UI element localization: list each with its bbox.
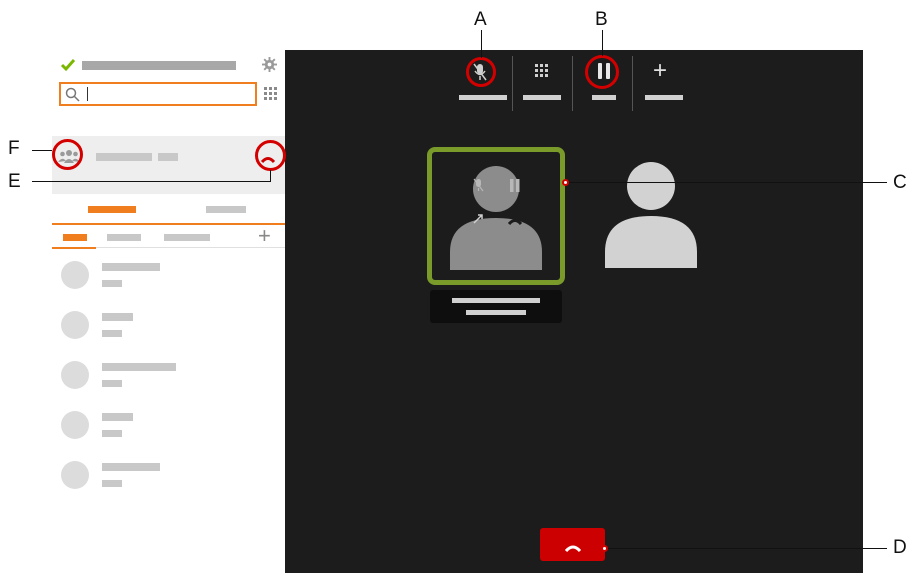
- contact-detail-placeholder: [102, 430, 122, 437]
- search-input[interactable]: [59, 82, 257, 106]
- tab-secondary[interactable]: [206, 206, 246, 213]
- mute-label: [459, 95, 507, 100]
- dialpad-label: [523, 95, 561, 100]
- subtab-3[interactable]: [164, 234, 210, 241]
- callout-dot-d: [601, 545, 608, 552]
- add-participant-label: [645, 95, 683, 100]
- contact-detail-placeholder: [102, 480, 122, 487]
- call-name-placeholder: [96, 153, 152, 161]
- subtab-active[interactable]: [63, 234, 87, 241]
- callout-label-b: B: [595, 9, 608, 30]
- avatar: [61, 461, 89, 489]
- callout-label-d: D: [893, 537, 907, 558]
- contact-name-placeholder: [102, 363, 176, 371]
- avatar: [61, 411, 89, 439]
- highlight-ring-mute: [466, 57, 496, 87]
- highlight-ring-hangup: [255, 140, 286, 171]
- status-checkmark-icon: [60, 58, 76, 72]
- person-icon: [448, 166, 544, 270]
- subtab-baseline: [96, 247, 286, 248]
- transfer-icon: [472, 212, 486, 224]
- avatar: [61, 361, 89, 389]
- callout-label-a: A: [474, 9, 487, 30]
- tab-divider: [52, 223, 286, 225]
- plus-icon[interactable]: +: [653, 58, 667, 84]
- call-stage: +: [285, 50, 863, 573]
- toolbar-separator: [572, 56, 573, 111]
- toolbar-separator: [512, 56, 513, 111]
- search-icon: [65, 87, 80, 102]
- user-name-placeholder: [82, 61, 236, 70]
- toolbar-separator: [632, 56, 633, 111]
- dialpad-icon[interactable]: [264, 87, 278, 101]
- callout-line-b: [602, 30, 603, 56]
- highlight-ring-conference: [52, 139, 83, 170]
- add-tab-plus-icon[interactable]: +: [258, 224, 271, 248]
- contact-name-placeholder: [102, 463, 160, 471]
- participant-name-card: [430, 290, 562, 323]
- hangup-icon: [564, 540, 582, 553]
- callout-label-c: C: [893, 172, 907, 193]
- callout-line-c: [566, 182, 887, 183]
- callout-line-f: [32, 150, 52, 151]
- pause-icon: [509, 179, 521, 192]
- contact-detail-placeholder: [102, 330, 122, 337]
- contact-detail-placeholder: [102, 280, 122, 287]
- dialpad-icon[interactable]: [535, 64, 548, 77]
- person-icon: [603, 162, 699, 268]
- callout-line-e: [32, 181, 270, 182]
- phone-icon: [507, 214, 523, 226]
- callout-label-e: E: [8, 171, 21, 192]
- participant-tile-active[interactable]: [427, 147, 565, 285]
- microphone-muted-icon: [473, 178, 484, 192]
- callout-dot-c: [562, 179, 569, 186]
- contact-name-placeholder: [102, 413, 133, 421]
- contact-name-placeholder: [102, 313, 133, 321]
- participant-detail-placeholder: [466, 310, 526, 315]
- subtab-2[interactable]: [107, 234, 141, 241]
- active-call-item[interactable]: [52, 136, 286, 194]
- avatar: [61, 311, 89, 339]
- text-cursor: [87, 87, 88, 101]
- participant-name-placeholder: [452, 298, 540, 303]
- callout-line-e-vertical: [270, 170, 271, 182]
- callout-label-f: F: [8, 138, 20, 159]
- hold-label: [592, 95, 616, 100]
- call-detail-placeholder: [158, 153, 178, 161]
- sidebar: +: [52, 50, 286, 573]
- subtab-underline: [52, 247, 96, 249]
- tab-active-indicator[interactable]: [88, 206, 136, 213]
- end-call-button[interactable]: [540, 528, 605, 561]
- gear-icon[interactable]: [262, 57, 277, 72]
- highlight-ring-hold: [585, 55, 619, 89]
- contact-name-placeholder: [102, 263, 160, 271]
- avatar: [61, 261, 89, 289]
- contact-detail-placeholder: [102, 380, 122, 387]
- callout-line-a: [481, 30, 482, 58]
- callout-line-d: [606, 548, 887, 549]
